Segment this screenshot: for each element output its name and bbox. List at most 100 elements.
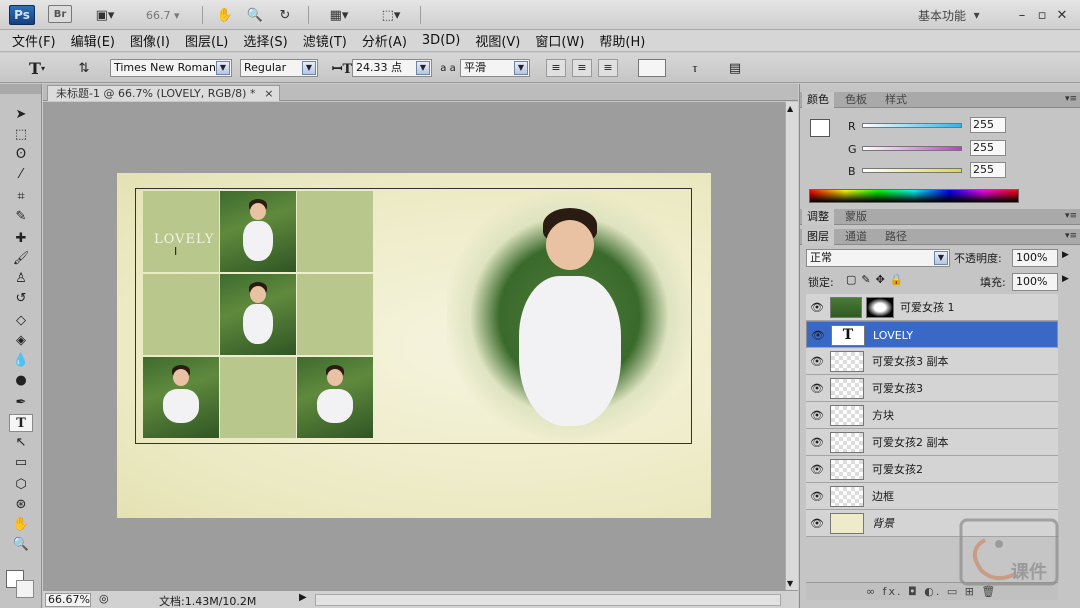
shape-tool[interactable]: ▭ (9, 454, 33, 472)
bridge-button[interactable]: Br (48, 5, 72, 23)
opacity-slider-arrow-icon[interactable]: ▶ (1062, 250, 1069, 260)
zoom-tool[interactable]: 🔍 (9, 536, 33, 554)
vertical-scrollbar[interactable]: ▲ ▼ (785, 102, 798, 590)
hand-tool[interactable]: ✋ (9, 516, 33, 534)
menu-edit[interactable]: 编辑(E) (71, 31, 115, 50)
eye-icon[interactable]: 👁 (807, 322, 829, 347)
blue-value-field[interactable]: 255 (970, 162, 1006, 178)
scroll-down-icon[interactable]: ▼ (787, 579, 793, 588)
panel-grip[interactable] (0, 84, 41, 94)
clone-stamp-tool[interactable]: ♙ (9, 270, 33, 288)
tab-paths[interactable]: 路径 (880, 229, 912, 245)
background-color-swatch[interactable] (16, 580, 34, 598)
layer-row[interactable]: 👁 边框 (806, 483, 1058, 510)
marquee-tool[interactable]: ⬚ (9, 126, 33, 144)
align-center-button[interactable]: ≡ (572, 59, 592, 77)
status-menu-arrow-icon[interactable]: ▶ (299, 592, 307, 603)
blue-slider[interactable] (862, 168, 962, 173)
blend-mode-select[interactable]: 正常 ▼ (806, 249, 950, 267)
rotate-view-button[interactable]: ↻ (274, 5, 296, 25)
scroll-up-icon[interactable]: ▲ (787, 104, 793, 113)
type-tool[interactable]: T (9, 414, 33, 432)
menu-filter[interactable]: 滤镜(T) (303, 31, 347, 50)
screen-layout-button[interactable]: ⬚▾ (372, 5, 410, 25)
eye-icon[interactable]: 👁 (806, 375, 828, 402)
layer-row[interactable]: 👁 可爱女孩 1 (806, 294, 1058, 321)
brush-tool[interactable]: 🖌 (9, 250, 33, 268)
align-left-button[interactable]: ≡ (546, 59, 566, 77)
history-brush-tool[interactable]: ↺ (9, 290, 33, 308)
menu-view[interactable]: 视图(V) (475, 31, 520, 50)
eye-icon[interactable]: 👁 (806, 456, 828, 483)
layer-row[interactable]: 👁 方块 (806, 402, 1058, 429)
document-canvas[interactable]: LOVELY Ⅰ (117, 173, 711, 518)
layer-row[interactable]: 👁 T LOVELY (806, 321, 1058, 348)
opacity-field[interactable]: 100% (1012, 249, 1058, 267)
zoom-level-dropdown[interactable]: 66.7 ▾ (146, 5, 180, 25)
eraser-tool[interactable]: ◇ (9, 312, 33, 330)
arrange-documents-button[interactable]: ▦▾ (320, 5, 358, 25)
tab-masks[interactable]: 蒙版 (840, 209, 872, 225)
red-slider[interactable] (862, 123, 962, 128)
layer-row[interactable]: 👁 可爱女孩3 副本 (806, 348, 1058, 375)
tab-swatches[interactable]: 色板 (840, 92, 872, 108)
panel-menu-icon[interactable]: ▾≡ (1065, 94, 1077, 104)
layer-row[interactable]: 👁 可爱女孩2 (806, 456, 1058, 483)
path-selection-tool[interactable]: ↖ (9, 434, 33, 452)
panel-menu-icon[interactable]: ▾≡ (1065, 211, 1077, 221)
tab-layers[interactable]: 图层 (802, 229, 834, 245)
lovely-text-layer[interactable]: LOVELY (154, 232, 214, 247)
tab-color[interactable]: 颜色 (802, 92, 834, 108)
crop-tool[interactable]: ⌗ (9, 188, 33, 206)
eye-icon[interactable]: 👁 (806, 402, 828, 429)
fill-field[interactable]: 100% (1012, 273, 1058, 291)
hand-tool-button[interactable]: ✋ (214, 5, 236, 25)
tool-preset-picker[interactable]: T ▾ (22, 59, 52, 78)
close-icon[interactable]: × (264, 86, 273, 101)
horizontal-scrollbar[interactable] (315, 594, 781, 606)
screen-mode-button[interactable]: ▣▾ (88, 5, 122, 25)
zoom-percentage-field[interactable]: 66.67% (45, 593, 91, 607)
document-tab[interactable]: 未标题-1 @ 66.7% (LOVELY, RGB/8) * × (47, 85, 281, 101)
minimize-button[interactable]: – (1014, 5, 1030, 25)
foreground-color-swatch[interactable] (810, 119, 830, 137)
tab-adjustments[interactable]: 调整 (802, 209, 834, 225)
status-info-icon[interactable]: ◎ (99, 592, 109, 605)
eye-icon[interactable]: 👁 (806, 510, 828, 537)
menu-3d[interactable]: 3D(D) (422, 33, 460, 48)
eye-icon[interactable]: 👁 (806, 429, 828, 456)
font-family-select[interactable]: Times New Roman ▼ (110, 59, 232, 77)
3d-rotate-tool[interactable]: ⬡ (9, 476, 33, 494)
eyedropper-tool[interactable]: ✎ (9, 208, 33, 226)
font-style-select[interactable]: Regular ▼ (240, 59, 318, 77)
fill-slider-arrow-icon[interactable]: ▶ (1062, 274, 1069, 284)
tab-channels[interactable]: 通道 (840, 229, 872, 245)
text-color-swatch[interactable] (638, 59, 666, 77)
character-panel-button[interactable]: ▤ (724, 59, 746, 77)
lasso-tool[interactable]: ʘ (9, 146, 33, 164)
menu-window[interactable]: 窗口(W) (535, 31, 584, 50)
eye-icon[interactable]: 👁 (806, 348, 828, 375)
menu-help[interactable]: 帮助(H) (599, 31, 645, 50)
layer-row[interactable]: 👁 可爱女孩2 副本 (806, 429, 1058, 456)
color-spectrum-bar[interactable] (809, 189, 1019, 203)
warp-text-button[interactable]: ⲧ (684, 59, 706, 77)
text-orientation-toggle[interactable]: ⇅ (74, 59, 94, 77)
paint-bucket-tool[interactable]: ◈ (9, 332, 33, 350)
layer-row[interactable]: 👁 可爱女孩3 (806, 375, 1058, 402)
tab-styles[interactable]: 样式 (880, 92, 912, 108)
workspace-switcher[interactable]: 基本功能 ▾ (918, 5, 980, 25)
eye-icon[interactable]: 👁 (806, 294, 828, 321)
menu-select[interactable]: 选择(S) (243, 31, 287, 50)
layer-mask-thumbnail[interactable] (866, 297, 894, 318)
menu-layer[interactable]: 图层(L) (185, 31, 228, 50)
maximize-button[interactable]: ▫ (1034, 5, 1050, 25)
quick-selection-tool[interactable]: ⁄ (9, 166, 33, 184)
red-value-field[interactable]: 255 (970, 117, 1006, 133)
eye-icon[interactable]: 👁 (806, 483, 828, 510)
font-size-select[interactable]: 24.33 点 ▼ (352, 59, 432, 77)
align-right-button[interactable]: ≡ (598, 59, 618, 77)
move-tool[interactable]: ➤ (9, 106, 33, 124)
pen-tool[interactable]: ✒ (9, 394, 33, 412)
green-value-field[interactable]: 255 (970, 140, 1006, 156)
